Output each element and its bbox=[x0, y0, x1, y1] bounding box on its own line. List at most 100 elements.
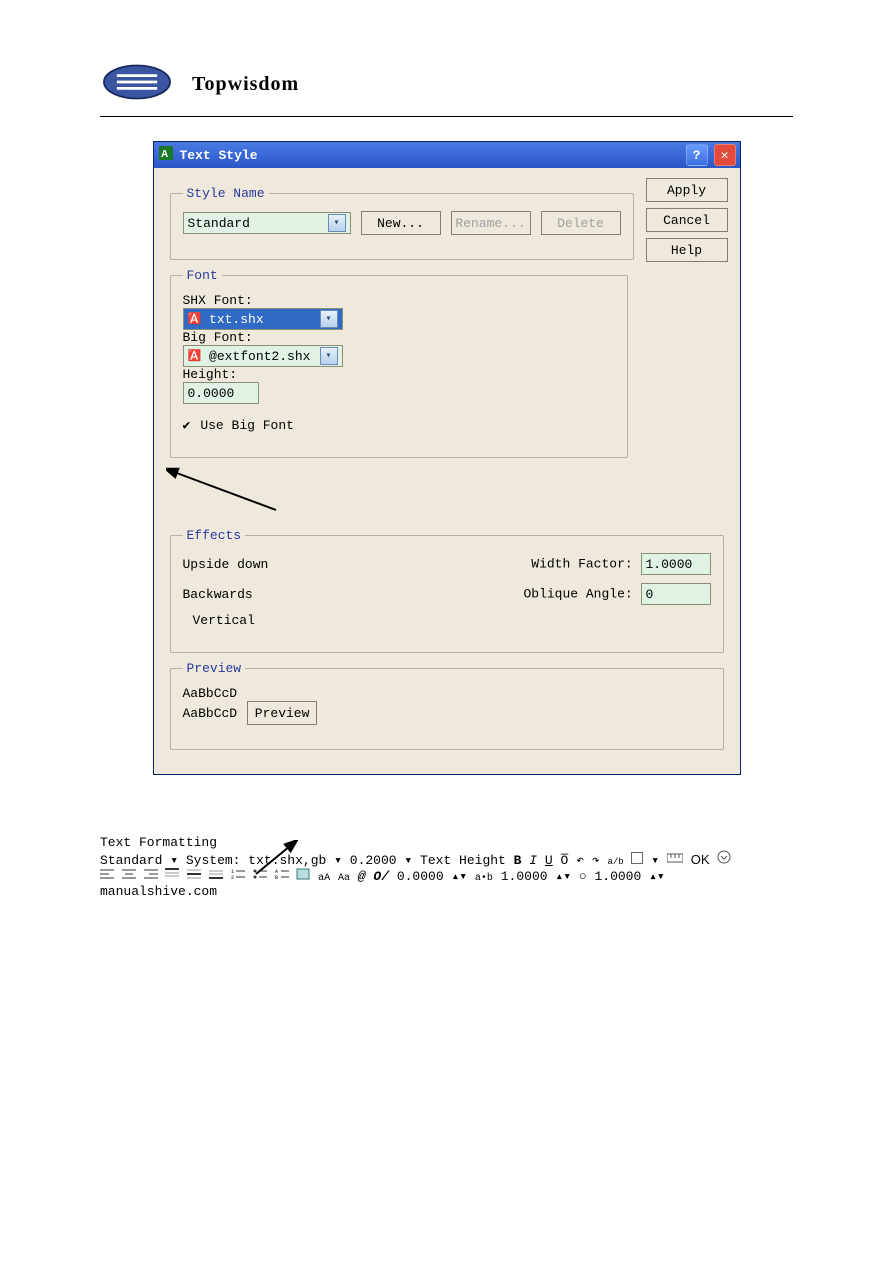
symbol-at-icon[interactable]: @ bbox=[358, 869, 366, 884]
toolbar-font-dropdown[interactable]: System: txt.shx,gb ▾ bbox=[186, 853, 350, 868]
color-dropdown[interactable]: ▾ bbox=[631, 853, 666, 868]
apply-button[interactable]: Apply bbox=[646, 178, 728, 202]
preview-legend: Preview bbox=[183, 661, 246, 676]
preview-display: AaBbCcD bbox=[183, 686, 711, 701]
brand-name: Topwisdom bbox=[192, 73, 299, 96]
font-group: Font SHX Font: 🅰️ txt.shx ▾ Big Font: bbox=[170, 268, 628, 458]
width-factor-label: Width Factor: bbox=[531, 557, 632, 572]
lowercase-icon[interactable]: Aa bbox=[338, 873, 350, 884]
justify-bottom-icon[interactable] bbox=[209, 869, 223, 884]
height-label: Height: bbox=[183, 367, 238, 382]
oblique-value-field[interactable]: 0.0000 bbox=[397, 869, 444, 884]
effects-legend: Effects bbox=[183, 528, 246, 543]
text-height-tooltip: Text Height bbox=[420, 853, 506, 868]
chevron-down-icon: ▾ bbox=[328, 214, 346, 232]
delete-style-button: Delete bbox=[541, 211, 621, 235]
style-name-value: Standard bbox=[188, 216, 250, 231]
toolbar-title: Text Formatting bbox=[100, 835, 793, 850]
align-center-icon[interactable] bbox=[122, 869, 136, 884]
header-rule bbox=[100, 116, 793, 117]
spin-down-icon: ▾ bbox=[657, 869, 665, 884]
bold-icon[interactable]: B bbox=[514, 853, 522, 868]
shx-font-value: txt.shx bbox=[209, 312, 264, 327]
overline-icon[interactable]: O̅ bbox=[561, 853, 569, 868]
oblique-angle-field[interactable]: 0 bbox=[641, 583, 711, 605]
shx-font-dropdown[interactable]: 🅰️ txt.shx ▾ bbox=[183, 308, 343, 330]
height-value: 0.0000 bbox=[188, 386, 235, 401]
oblique-angle-label: Oblique Angle: bbox=[523, 587, 632, 602]
preview-sample-field[interactable]: AaBbCcD bbox=[183, 706, 238, 721]
topwisdom-logo-icon bbox=[100, 60, 174, 108]
doc-header: Topwisdom bbox=[100, 60, 793, 108]
close-icon[interactable]: ✕ bbox=[714, 144, 736, 166]
undo-icon[interactable]: ↶ bbox=[576, 853, 584, 868]
dialog-titlebar: A Text Style ? ✕ bbox=[154, 142, 740, 168]
width-factor-field[interactable]: 1.0000 bbox=[641, 553, 711, 575]
width-spinner[interactable]: ▴▾ bbox=[649, 869, 665, 884]
insert-field-icon[interactable] bbox=[296, 869, 310, 884]
options-flyout-icon[interactable] bbox=[717, 853, 731, 868]
tracking-icon: a•b bbox=[475, 873, 493, 884]
toolbar-style-value: Standard bbox=[100, 853, 162, 868]
ok-button[interactable]: OK bbox=[691, 852, 710, 867]
stack-fraction-icon[interactable]: a/b bbox=[607, 857, 623, 867]
spin-up-icon: ▴ bbox=[649, 869, 657, 884]
justify-middle-icon[interactable] bbox=[187, 869, 201, 884]
underline-icon[interactable]: U bbox=[545, 853, 553, 868]
spin-down-icon: ▾ bbox=[563, 869, 571, 884]
chevron-down-icon: ▾ bbox=[404, 853, 412, 868]
uppercase-icon[interactable]: aA bbox=[318, 873, 330, 884]
numbered-list-icon[interactable]: 12 bbox=[231, 869, 245, 884]
chevron-down-icon: ▾ bbox=[651, 853, 659, 868]
style-name-legend: Style Name bbox=[183, 186, 269, 201]
align-right-icon[interactable] bbox=[144, 869, 158, 884]
toolbar-style-dropdown[interactable]: Standard ▾ bbox=[100, 853, 186, 868]
ruler-icon[interactable] bbox=[667, 853, 691, 868]
svg-text:B: B bbox=[275, 875, 278, 880]
tracking-spinner[interactable]: ▴▾ bbox=[555, 869, 571, 884]
preview-group: Preview AaBbCcD AaBbCcD Preview bbox=[170, 661, 724, 750]
oblique-angle-value: 0 bbox=[646, 587, 654, 602]
chevron-down-icon: ▾ bbox=[334, 853, 342, 868]
dialog-title: Text Style bbox=[180, 148, 258, 163]
use-big-font-checkbox[interactable]: ✔ bbox=[183, 418, 191, 433]
toolbar-height-dropdown[interactable]: 0.2000 ▾ bbox=[350, 853, 420, 868]
toolbar-font-value: System: txt.shx,gb bbox=[186, 853, 326, 868]
help-button[interactable]: Help bbox=[646, 238, 728, 262]
toolbar-width-value-field[interactable]: 1.0000 bbox=[594, 869, 641, 884]
chevron-down-icon: ▾ bbox=[320, 347, 338, 365]
new-style-button[interactable]: New... bbox=[361, 211, 441, 235]
chevron-down-icon: ▾ bbox=[320, 310, 338, 328]
height-field[interactable]: 0.0000 bbox=[183, 382, 259, 404]
oblique-spinner[interactable]: ▴▾ bbox=[451, 869, 467, 884]
bullet-list-icon[interactable] bbox=[253, 869, 267, 884]
justify-top-icon[interactable] bbox=[165, 869, 179, 884]
italic-icon[interactable]: I bbox=[529, 853, 537, 868]
use-big-font-label: Use Big Font bbox=[200, 418, 294, 433]
rename-style-button: Rename... bbox=[451, 211, 531, 235]
big-font-value: @extfont2.shx bbox=[209, 349, 310, 364]
uppercase-list-icon[interactable]: AB bbox=[275, 869, 289, 884]
big-font-dropdown[interactable]: 🅰️ @extfont2.shx ▾ bbox=[183, 345, 343, 367]
preview-button[interactable]: Preview bbox=[247, 701, 317, 725]
chevron-down-icon: ▾ bbox=[170, 853, 178, 868]
oblique-icon: O/ bbox=[373, 869, 389, 884]
vertical-label: Vertical bbox=[193, 613, 255, 628]
text-formatting-toolbar: Text Formatting Standard ▾ System: txt.s… bbox=[100, 835, 793, 884]
big-font-label: Big Font: bbox=[183, 330, 253, 345]
svg-text:2: 2 bbox=[231, 875, 234, 880]
align-left-icon[interactable] bbox=[100, 869, 114, 884]
style-name-dropdown[interactable]: Standard ▾ bbox=[183, 212, 351, 234]
toolbar-height-value: 0.2000 bbox=[350, 853, 397, 868]
style-name-group: Style Name Standard ▾ New... Rename... D… bbox=[170, 186, 634, 260]
effects-group: Effects Upside down Width Factor: 1.0000 bbox=[170, 528, 724, 653]
text-style-dialog: A Text Style ? ✕ Apply Cancel Help Style… bbox=[153, 141, 741, 775]
document-page: Topwisdom A Text Style ? ✕ Apply Cancel … bbox=[0, 0, 893, 1263]
help-icon[interactable]: ? bbox=[686, 144, 708, 166]
redo-icon[interactable]: ↷ bbox=[592, 853, 600, 868]
width-factor-value: 1.0000 bbox=[646, 557, 693, 572]
spin-down-icon: ▾ bbox=[459, 869, 467, 884]
backwards-label: Backwards bbox=[183, 587, 253, 602]
tracking-value-field[interactable]: 1.0000 bbox=[501, 869, 548, 884]
cancel-button[interactable]: Cancel bbox=[646, 208, 728, 232]
